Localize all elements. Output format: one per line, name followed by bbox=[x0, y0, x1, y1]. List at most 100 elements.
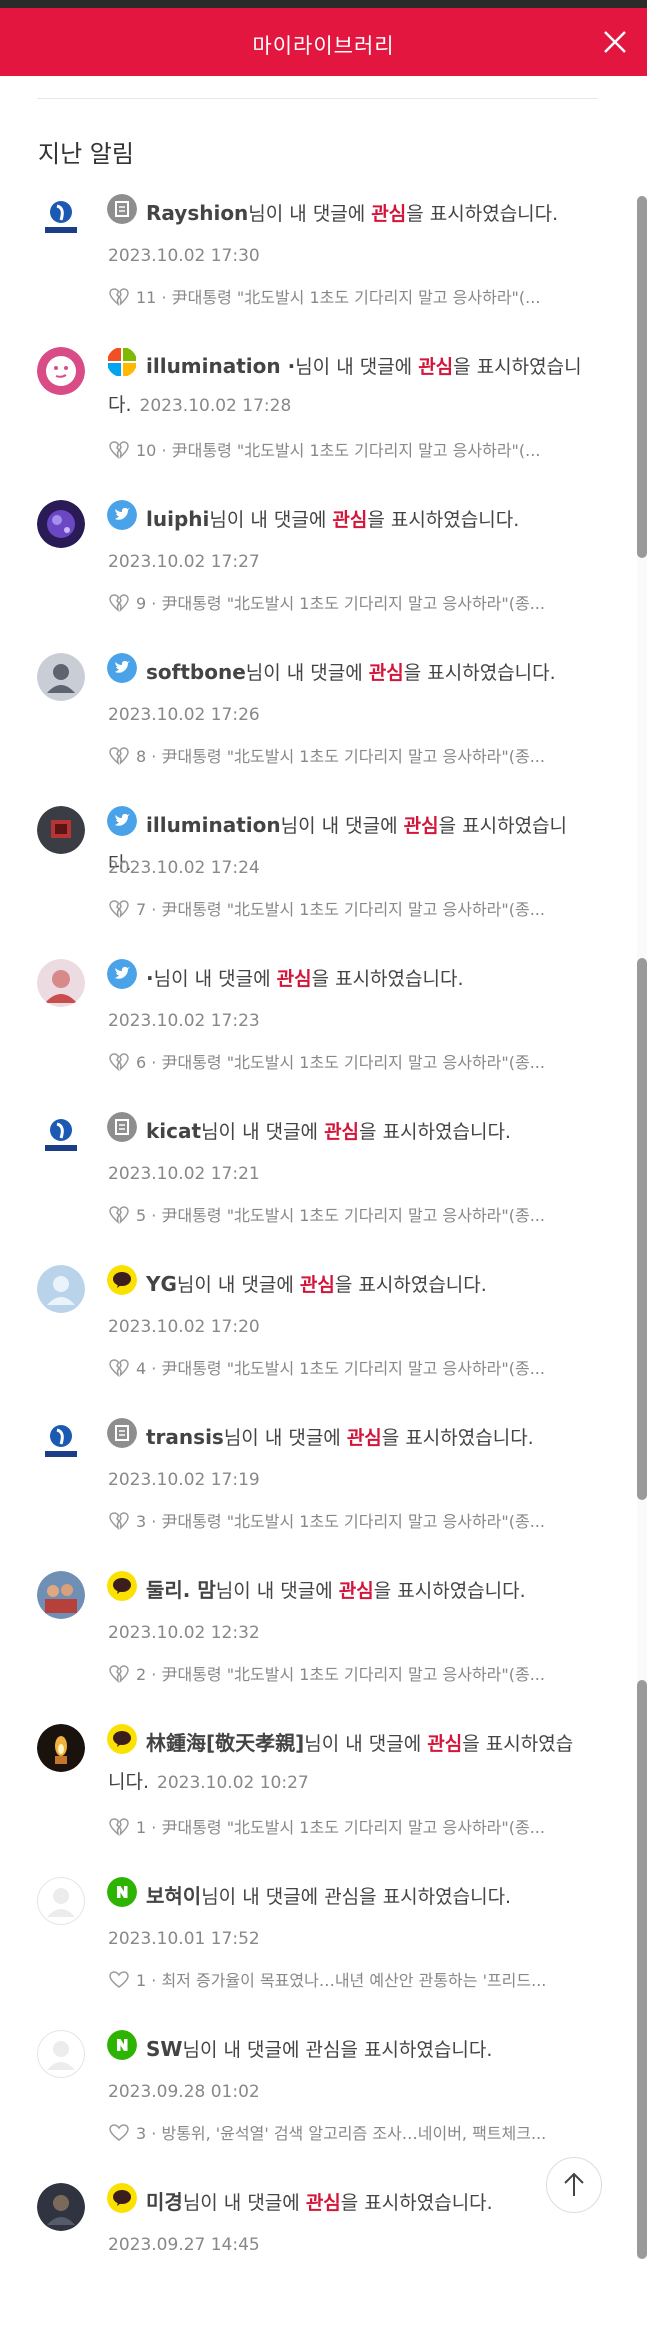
article-title[interactable]: 尹대통령 "北도발시 1초도 기다리지 말고 응사하라"(종... bbox=[161, 1359, 545, 1378]
twitter-badge-icon bbox=[107, 806, 137, 836]
article-link[interactable]: 4 · 尹대통령 "北도발시 1초도 기다리지 말고 응사하라"(종... bbox=[108, 1355, 598, 1379]
article-title[interactable]: 尹대통령 "北도발시 1초도 기다리지 말고 응사하라"(종... bbox=[161, 900, 545, 919]
user-avatar[interactable] bbox=[37, 1724, 85, 1772]
scrollbar[interactable] bbox=[637, 196, 647, 2259]
notification-message: Rayshion님이 내 댓글에 관심을 표시하였습니다. bbox=[108, 194, 590, 233]
separator: · bbox=[146, 1971, 162, 1990]
article-title[interactable]: 최저 증가율이 목표였나…내년 예산안 관통하는 '프리드... bbox=[161, 1971, 546, 1990]
article-link[interactable]: 3 · 방통위, '윤석열' 검색 알고리즘 조사…네이버, 팩트체크... bbox=[108, 2120, 598, 2144]
article-title[interactable]: 방통위, '윤석열' 검색 알고리즘 조사…네이버, 팩트체크... bbox=[161, 2124, 546, 2143]
notification-item[interactable]: illumination님이 내 댓글에 관심을 표시하였습니다. 2023.10… bbox=[0, 798, 647, 951]
timestamp: 2023.10.02 17:20 bbox=[108, 1317, 260, 1337]
like-count: 5 bbox=[136, 1206, 147, 1225]
user-name[interactable]: luiphi bbox=[146, 507, 209, 531]
article-title[interactable]: 尹대통령 "北도발시 1초도 기다리지 말고 응사하라"(... bbox=[172, 288, 541, 307]
close-icon[interactable] bbox=[597, 24, 633, 60]
scrollbar-thumb[interactable] bbox=[637, 196, 647, 558]
separator: · bbox=[146, 1818, 162, 1837]
divider bbox=[37, 98, 598, 99]
article-link[interactable]: 1 · 尹대통령 "北도발시 1초도 기다리지 말고 응사하라"(종... bbox=[108, 1814, 598, 1838]
user-name[interactable]: 둘리. 맘 bbox=[146, 1578, 216, 1602]
message-text: 님이 내 댓글에 bbox=[215, 1580, 339, 1602]
notification-message: 林鍾海[敬天孝親]님이 내 댓글에 관심을 표시하였습 니다. 2023.10.02… bbox=[108, 1724, 590, 1802]
article-link[interactable]: 10 · 尹대통령 "北도발시 1초도 기다리지 말고 응사하라"(... bbox=[108, 437, 598, 461]
article-link[interactable]: 6 · 尹대통령 "北도발시 1초도 기다리지 말고 응사하라"(종... bbox=[108, 1049, 598, 1073]
notification-item[interactable]: ·님이 내 댓글에 관심을 표시하였습니다. 2023.10.02 17:23 6 … bbox=[0, 951, 647, 1104]
user-avatar[interactable] bbox=[37, 500, 85, 548]
article-link[interactable]: 8 · 尹대통령 "北도발시 1초도 기다리지 말고 응사하라"(종... bbox=[108, 743, 598, 767]
like-count: 10 bbox=[136, 441, 157, 460]
article-link[interactable]: 5 · 尹대통령 "北도발시 1초도 기다리지 말고 응사하라"(종... bbox=[108, 1202, 598, 1226]
article-title[interactable]: 尹대통령 "北도발시 1초도 기다리지 말고 응사하라"(종... bbox=[161, 1053, 545, 1072]
user-name[interactable]: kicat bbox=[146, 1119, 201, 1143]
message-text: 님이 내 댓글에 bbox=[295, 356, 419, 378]
timestamp: 2023.10.02 12:32 bbox=[108, 1623, 260, 1643]
article-link[interactable]: 1 · 최저 증가율이 목표였나…내년 예산안 관통하는 '프리드... bbox=[108, 1967, 598, 1991]
article-link[interactable]: 9 · 尹대통령 "北도발시 1초도 기다리지 말고 응사하라"(종... bbox=[108, 590, 598, 614]
notification-item[interactable]: YG님이 내 댓글에 관심을 표시하였습니다. 2023.10.02 17:20 4… bbox=[0, 1257, 647, 1410]
keyword-highlight: 관심 bbox=[276, 968, 312, 990]
separator: · bbox=[146, 747, 162, 766]
notification-item[interactable]: luiphi님이 내 댓글에 관심을 표시하였습니다. 2023.10.02 17… bbox=[0, 492, 647, 645]
user-avatar[interactable] bbox=[37, 806, 85, 854]
article-title[interactable]: 尹대통령 "北도발시 1초도 기다리지 말고 응사하라"(종... bbox=[161, 1818, 545, 1837]
article-title[interactable]: 尹대통령 "北도발시 1초도 기다리지 말고 응사하라"(종... bbox=[161, 1206, 545, 1225]
like-count: 3 bbox=[136, 2124, 147, 2143]
article-title[interactable]: 尹대통령 "北도발시 1초도 기다리지 말고 응사하라"(종... bbox=[161, 1512, 545, 1531]
user-name[interactable]: transis bbox=[146, 1425, 224, 1449]
notification-item[interactable]: 林鍾海[敬天孝親]님이 내 댓글에 관심을 표시하였습 니다. 2023.10.02… bbox=[0, 1716, 647, 1869]
notification-item[interactable]: 보혀이님이 내 댓글에 관심을 표시하였습니다. 2023.10.01 17:52… bbox=[0, 1869, 647, 2022]
article-link[interactable]: 2 · 尹대통령 "北도발시 1초도 기다리지 말고 응사하라"(종... bbox=[108, 1661, 598, 1685]
article-title[interactable]: 尹대통령 "北도발시 1초도 기다리지 말고 응사하라"(종... bbox=[161, 1665, 545, 1684]
message-text: 을 표시하였습니다. bbox=[340, 2039, 493, 2061]
article-title[interactable]: 尹대통령 "北도발시 1초도 기다리지 말고 응사하라"(종... bbox=[161, 747, 545, 766]
page-title: 마이라이브러리 bbox=[252, 34, 395, 58]
article-link[interactable]: 7 · 尹대통령 "北도발시 1초도 기다리지 말고 응사하라"(종... bbox=[108, 896, 598, 920]
article-title[interactable]: 尹대통령 "北도발시 1초도 기다리지 말고 응사하라"(... bbox=[172, 441, 541, 460]
twitter-badge-icon bbox=[107, 500, 137, 530]
yonhap-badge-icon bbox=[107, 1112, 137, 1142]
timestamp: 2023.10.02 17:19 bbox=[108, 1470, 260, 1490]
user-name[interactable]: 미경 bbox=[146, 2190, 183, 2214]
user-avatar[interactable] bbox=[37, 1571, 85, 1619]
user-avatar[interactable] bbox=[37, 1112, 85, 1160]
notification-item[interactable]: SW님이 내 댓글에 관심을 표시하였습니다. 2023.09.28 01:02 3… bbox=[0, 2022, 647, 2175]
article-title[interactable]: 尹대통령 "北도발시 1초도 기다리지 말고 응사하라"(종... bbox=[161, 594, 545, 613]
user-avatar[interactable] bbox=[37, 1265, 85, 1313]
notification-item[interactable]: kicat님이 내 댓글에 관심을 표시하였습니다. 2023.10.02 17:… bbox=[0, 1104, 647, 1257]
user-name[interactable]: illumination bbox=[146, 813, 281, 837]
user-avatar[interactable] bbox=[37, 347, 85, 395]
scrollbar-thumb[interactable] bbox=[637, 1680, 647, 2259]
broken-heart-icon bbox=[108, 900, 130, 918]
article-link[interactable]: 11 · 尹대통령 "北도발시 1초도 기다리지 말고 응사하라"(... bbox=[108, 284, 598, 308]
user-avatar[interactable] bbox=[37, 1418, 85, 1466]
scroll-to-top-button[interactable] bbox=[546, 2157, 602, 2213]
user-avatar[interactable] bbox=[37, 194, 85, 242]
user-name[interactable]: · bbox=[146, 966, 154, 990]
notification-item[interactable]: illumination ·님이 내 댓글에 관심을 표시하였습니 다. 2023.… bbox=[0, 339, 647, 492]
user-avatar[interactable] bbox=[37, 653, 85, 701]
naver-badge-icon bbox=[107, 2030, 137, 2060]
user-avatar[interactable] bbox=[37, 2030, 85, 2078]
user-name[interactable]: Rayshion bbox=[146, 201, 248, 225]
user-name[interactable]: softbone bbox=[146, 660, 246, 684]
user-avatar[interactable] bbox=[37, 1877, 85, 1925]
user-avatar[interactable] bbox=[37, 959, 85, 1007]
notification-item[interactable]: transis님이 내 댓글에 관심을 표시하였습니다. 2023.10.02 1… bbox=[0, 1410, 647, 1563]
user-name[interactable]: YG bbox=[146, 1272, 177, 1296]
user-name[interactable]: illumination · bbox=[146, 354, 295, 378]
user-name[interactable]: 林鍾海[敬天孝親] bbox=[146, 1731, 304, 1755]
user-avatar[interactable] bbox=[37, 2183, 85, 2231]
notification-item[interactable]: 둘리. 맘님이 내 댓글에 관심을 표시하였습니다. 2023.10.02 12:… bbox=[0, 1563, 647, 1716]
notification-message: 미경님이 내 댓글에 관심을 표시하였습니다. bbox=[108, 2183, 590, 2222]
app-header: 마이라이브러리 bbox=[0, 8, 647, 76]
notification-item[interactable]: softbone님이 내 댓글에 관심을 표시하였습니다. 2023.10.02 … bbox=[0, 645, 647, 798]
user-name[interactable]: SW bbox=[146, 2037, 182, 2061]
article-link[interactable]: 3 · 尹대통령 "北도발시 1초도 기다리지 말고 응사하라"(종... bbox=[108, 1508, 598, 1532]
scrollbar-thumb[interactable] bbox=[637, 958, 647, 1500]
naver-badge-icon bbox=[107, 1877, 137, 1907]
arrow-up-icon bbox=[564, 2172, 584, 2196]
notification-item[interactable]: Rayshion님이 내 댓글에 관심을 표시하였습니다. 2023.10.02 … bbox=[0, 186, 647, 339]
message-text: 을 표시하였습니다. bbox=[406, 203, 559, 225]
user-name[interactable]: 보혀이 bbox=[146, 1884, 201, 1908]
